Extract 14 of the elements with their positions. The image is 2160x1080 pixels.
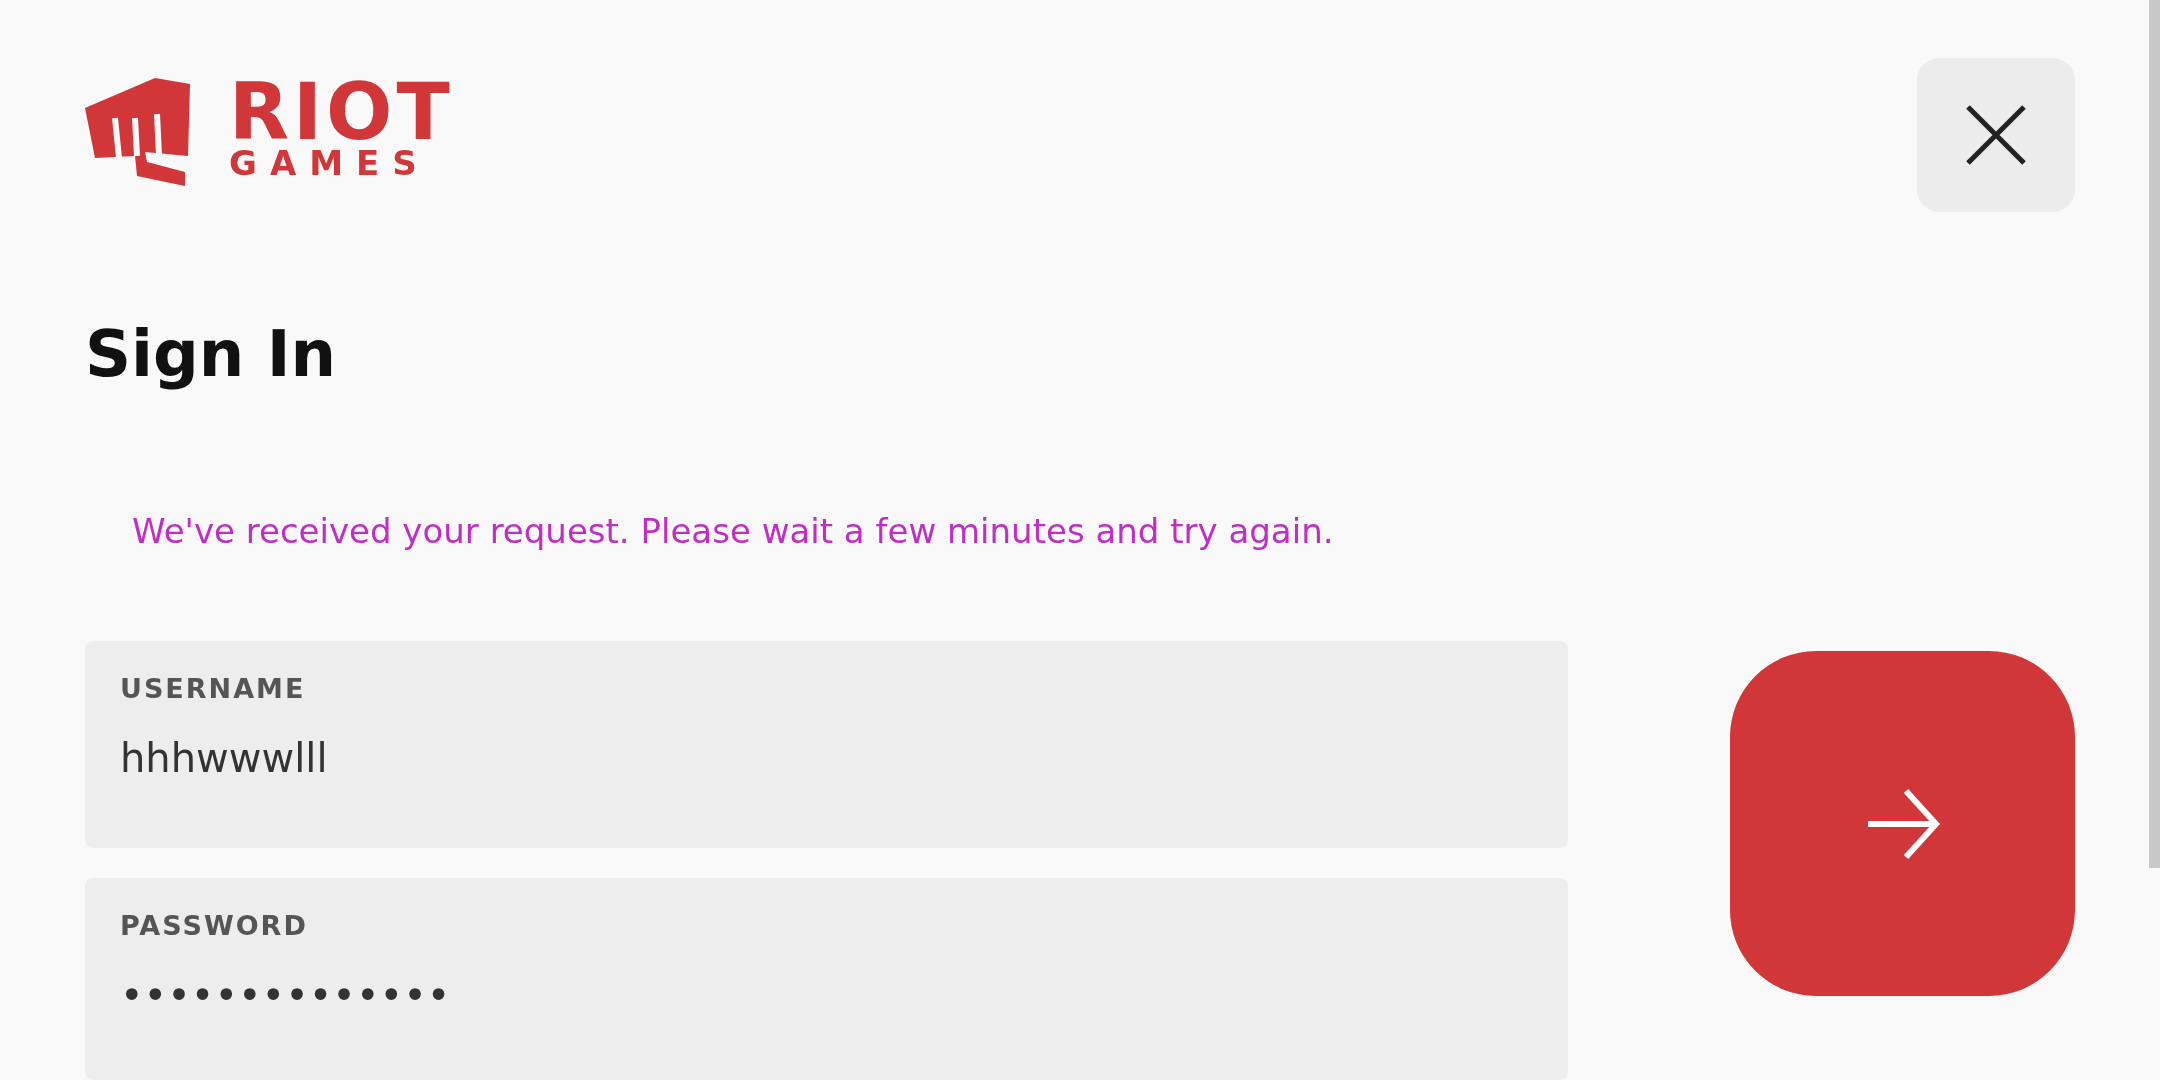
close-button[interactable] (1917, 58, 2075, 212)
field-label: PASSWORD (120, 909, 309, 943)
logo-subtitle: GAMES (229, 146, 431, 180)
scrollbar[interactable] (2149, 0, 2160, 868)
close-icon (1965, 104, 2027, 166)
field-label: USERNAME (120, 672, 307, 706)
field-input[interactable]: hhhwwwlll (120, 727, 1533, 788)
input-field[interactable]: PASSWORD •••••••••••••• (85, 878, 1568, 1080)
status-message: We've received your request. Please wait a few minutes and try again. (132, 510, 1335, 553)
logo-wordmark: RIOT (229, 78, 454, 146)
input-field[interactable]: USERNAME hhhwwwlll (85, 641, 1568, 848)
submit-button[interactable] (1730, 651, 2075, 996)
field-input[interactable]: •••••••••••••• (120, 964, 1533, 1025)
arrow-right-icon (1865, 786, 1940, 861)
